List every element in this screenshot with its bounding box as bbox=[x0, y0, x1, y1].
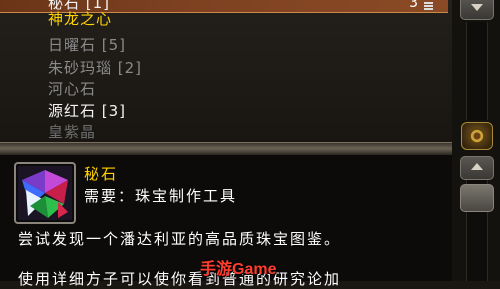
recipe-row[interactable]: 皇紫晶 bbox=[0, 123, 448, 141]
gem-cluster-icon[interactable] bbox=[14, 162, 76, 224]
gem-filter-button[interactable] bbox=[461, 122, 493, 150]
recipe-name: 源红石 [3] bbox=[48, 102, 127, 120]
recipe-name: 河心石 bbox=[48, 80, 97, 98]
detail-scrollbar-thumb[interactable] bbox=[460, 184, 494, 212]
list-scrollbar-track[interactable] bbox=[466, 22, 488, 120]
stack-icon bbox=[423, 0, 434, 10]
item-title: 秘石 bbox=[84, 165, 119, 183]
recipe-row[interactable]: 神龙之心 bbox=[0, 10, 448, 28]
detail-scroll-up-button[interactable] bbox=[460, 156, 494, 180]
description-line: 尝试发现一个潘达利亚的高品质珠宝图鉴。 bbox=[18, 230, 342, 248]
list-scroll-button[interactable] bbox=[460, 0, 494, 20]
recipe-name: 神龙之心 bbox=[48, 10, 113, 28]
panel-divider[interactable] bbox=[0, 142, 452, 156]
recipe-row[interactable]: 河心石 bbox=[0, 80, 448, 98]
recipe-name: 朱砂玛瑙 [2] bbox=[48, 59, 143, 77]
requires-text: 需要：珠宝制作工具 bbox=[84, 187, 238, 205]
recipe-row[interactable]: 日曜石 [5] bbox=[0, 36, 448, 54]
description-line: 使用详细方子可以使你看到普通的研究论加 bbox=[18, 270, 342, 288]
scroll-column bbox=[452, 0, 500, 281]
recipe-name: 皇紫晶 bbox=[48, 123, 97, 141]
watermark: 手游Game bbox=[200, 261, 277, 278]
recipe-row[interactable]: 朱砂玛瑙 [2] bbox=[0, 59, 448, 77]
recipe-row[interactable]: 源红石 [3] bbox=[0, 102, 448, 120]
recipe-name: 日曜石 [5] bbox=[48, 36, 127, 54]
recipe-list: 秘石 [1] 3 神龙之心 日曜石 [5] 朱砂玛瑙 [2] 河心石 源红石 [… bbox=[0, 0, 453, 142]
